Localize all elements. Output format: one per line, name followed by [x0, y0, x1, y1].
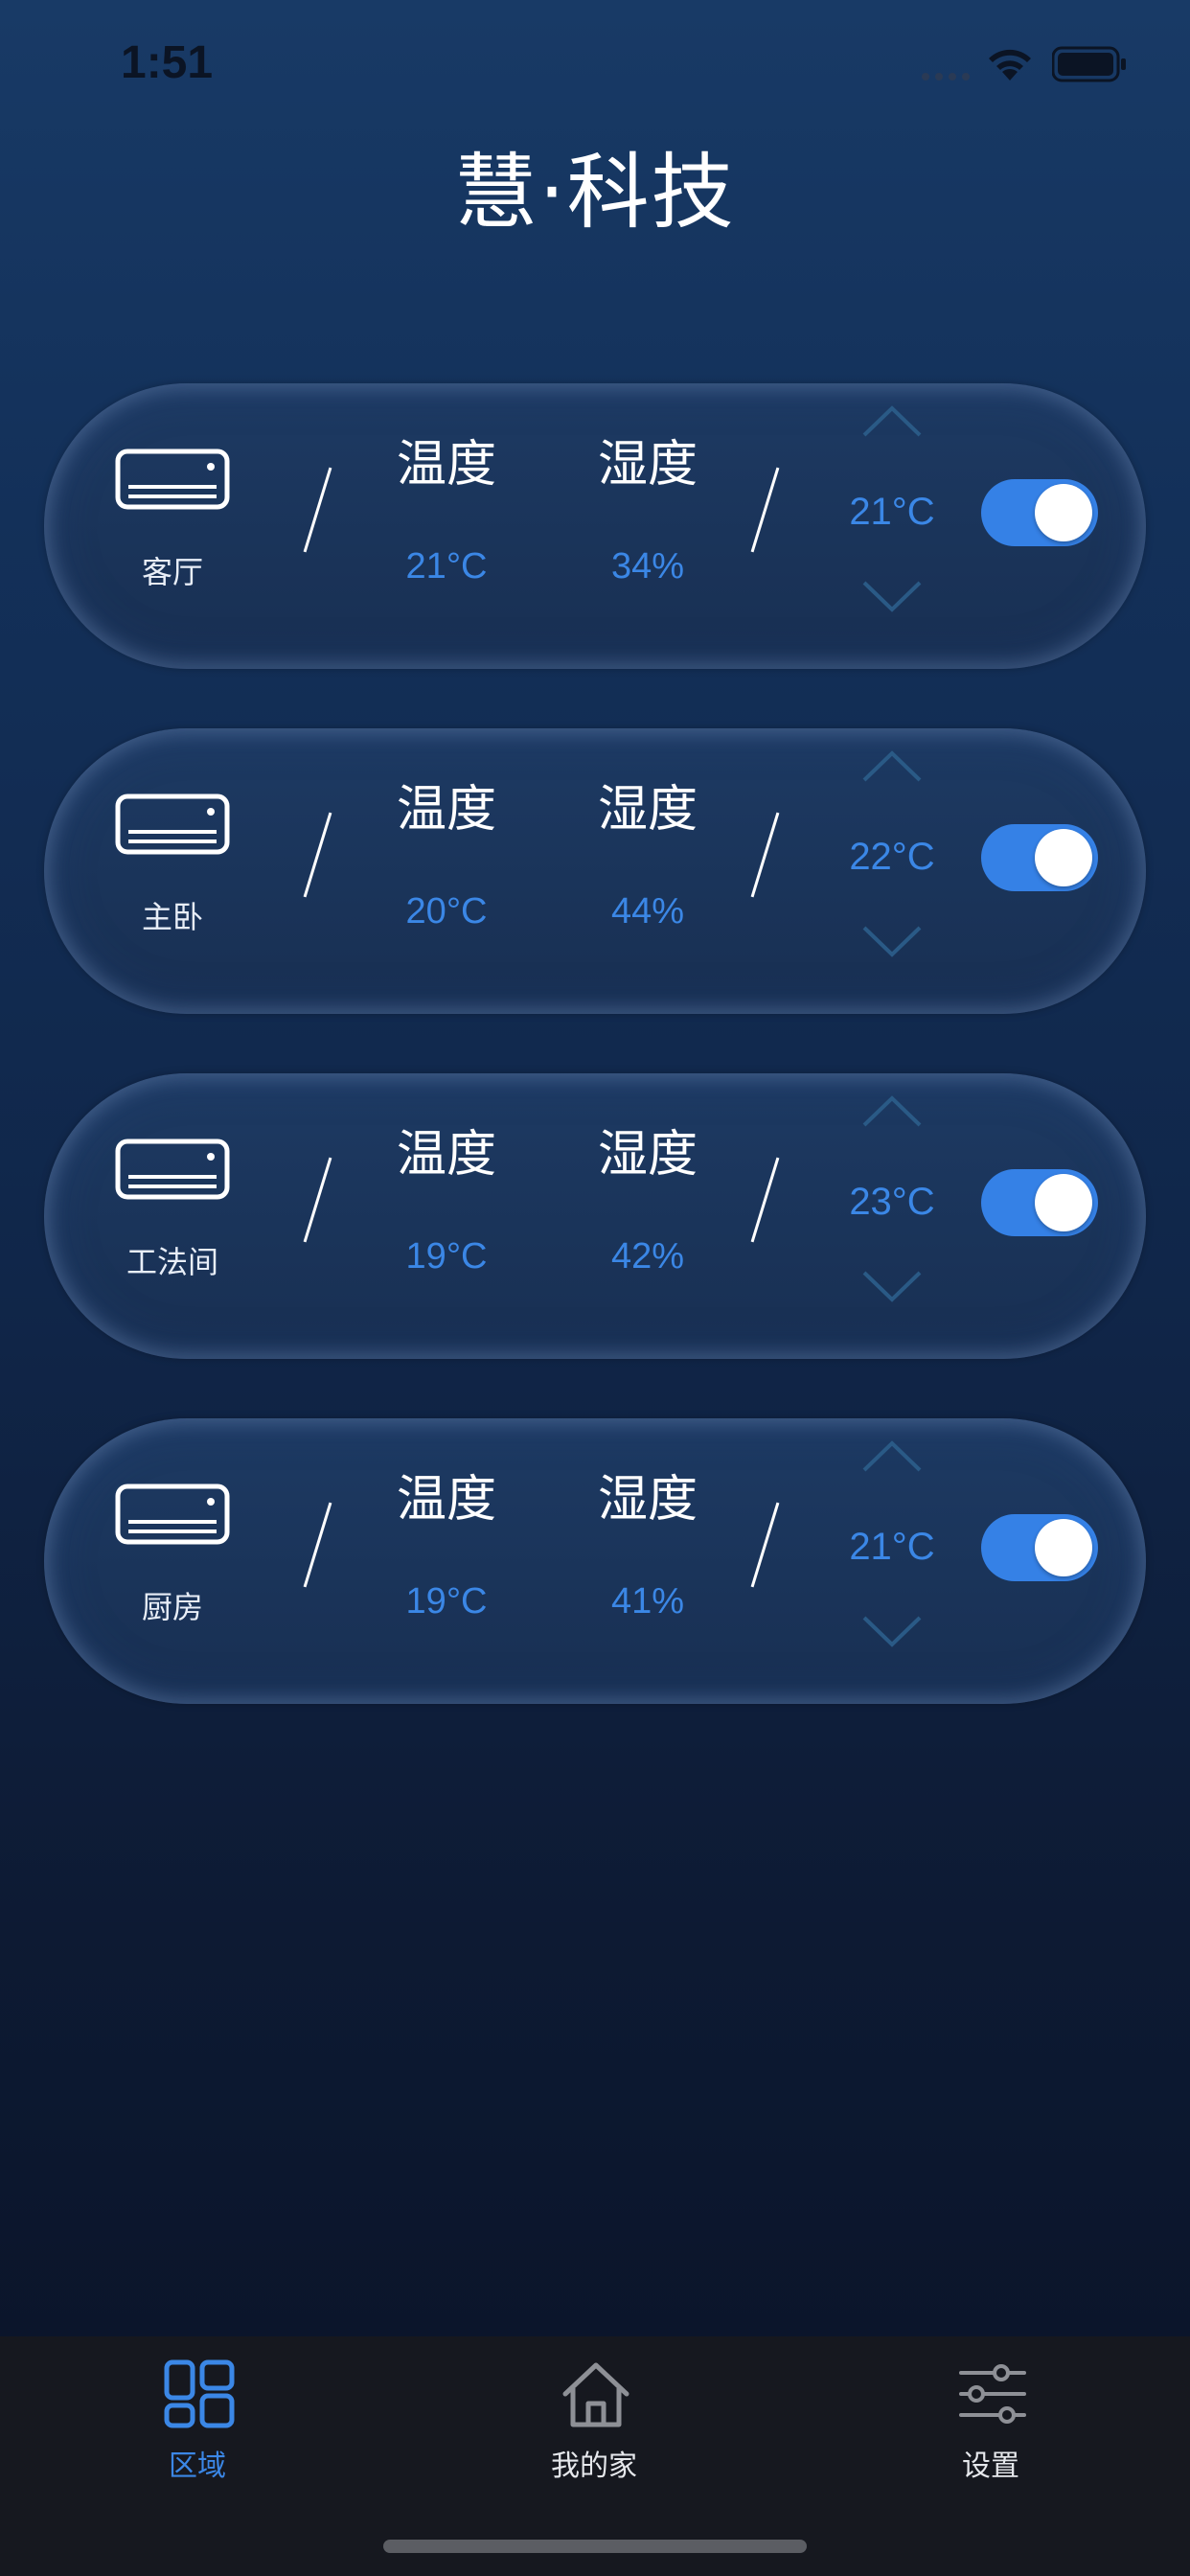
home-indicator — [383, 2540, 807, 2553]
setpoint-value: 21°C — [849, 1526, 935, 1568]
room-name: 主卧 — [141, 899, 203, 935]
chevron-down-icon[interactable] — [860, 1267, 924, 1305]
app-title: 慧·科技 — [454, 145, 736, 241]
power-toggle[interactable] — [981, 1169, 1098, 1236]
status-bar: 1:51 — [0, 0, 1190, 125]
divider — [303, 812, 332, 898]
power-toggle[interactable] — [981, 479, 1098, 546]
setpoint-value: 23°C — [849, 1181, 935, 1223]
humidity-label: 湿度 — [597, 1126, 698, 1184]
air-conditioner-icon — [115, 794, 230, 855]
chevron-up-icon[interactable] — [860, 748, 924, 786]
humidity-value: 44% — [610, 891, 685, 932]
chevron-up-icon[interactable] — [860, 402, 924, 441]
temperature-value: 20°C — [405, 891, 488, 932]
toggle-knob — [1035, 829, 1092, 886]
tab-area[interactable]: 区域 — [73, 2336, 322, 2499]
air-conditioner-icon — [115, 448, 230, 510]
room-card-master-bedroom: 主卧 温度 湿度 20°C 44% 22°C — [44, 728, 1146, 1014]
chevron-down-icon[interactable] — [860, 922, 924, 960]
humidity-label: 湿度 — [597, 436, 698, 494]
air-conditioner-icon — [115, 1138, 230, 1200]
temperature-label: 温度 — [396, 781, 496, 839]
divider — [750, 1157, 780, 1243]
battery-icon — [1052, 46, 1126, 82]
divider — [303, 1502, 332, 1588]
tab-label: 我的家 — [551, 2450, 637, 2483]
humidity-label: 湿度 — [597, 1471, 698, 1529]
temperature-value: 21°C — [405, 546, 488, 586]
chevron-down-icon[interactable] — [860, 577, 924, 615]
humidity-value: 41% — [610, 1581, 685, 1622]
air-conditioner-icon — [115, 1484, 230, 1545]
tab-label: 区域 — [169, 2450, 226, 2483]
wifi-icon — [989, 49, 1031, 80]
setpoint-value: 22°C — [849, 836, 935, 878]
grid-icon — [164, 2359, 235, 2428]
cellular-signal-icon — [922, 73, 970, 80]
temperature-label: 温度 — [396, 1126, 496, 1184]
divider — [750, 812, 780, 898]
temperature-label: 温度 — [396, 1471, 496, 1529]
chevron-up-icon[interactable] — [860, 1438, 924, 1476]
toggle-knob — [1035, 1519, 1092, 1576]
temperature-value: 19°C — [405, 1236, 488, 1276]
status-time: 1:51 — [121, 37, 214, 88]
divider — [750, 1502, 780, 1588]
room-card-living-room: 客厅 温度 湿度 21°C 34% 21°C — [44, 383, 1146, 669]
toggle-knob — [1035, 484, 1092, 541]
divider — [750, 467, 780, 553]
setpoint-value: 21°C — [849, 491, 935, 533]
tab-my-home[interactable]: 我的家 — [469, 2336, 719, 2499]
tab-label: 设置 — [962, 2450, 1019, 2483]
home-icon — [562, 2362, 629, 2427]
room-card-kitchen: 厨房 温度 湿度 19°C 41% 21°C — [44, 1418, 1146, 1704]
room-name: 工法间 — [126, 1244, 218, 1280]
tab-settings[interactable]: 设置 — [866, 2336, 1115, 2499]
room-card-workroom: 工法间 温度 湿度 19°C 42% 23°C — [44, 1073, 1146, 1359]
chevron-up-icon[interactable] — [860, 1092, 924, 1131]
humidity-value: 42% — [610, 1236, 685, 1276]
divider — [303, 467, 332, 553]
temperature-value: 19°C — [405, 1581, 488, 1622]
temperature-label: 温度 — [396, 436, 496, 494]
power-toggle[interactable] — [981, 824, 1098, 891]
toggle-knob — [1035, 1174, 1092, 1231]
humidity-value: 34% — [610, 546, 685, 586]
divider — [303, 1157, 332, 1243]
room-name: 客厅 — [141, 554, 203, 590]
room-name: 厨房 — [141, 1589, 203, 1625]
humidity-label: 湿度 — [597, 781, 698, 839]
sliders-icon — [959, 2364, 1026, 2424]
power-toggle[interactable] — [981, 1514, 1098, 1581]
chevron-down-icon[interactable] — [860, 1612, 924, 1650]
